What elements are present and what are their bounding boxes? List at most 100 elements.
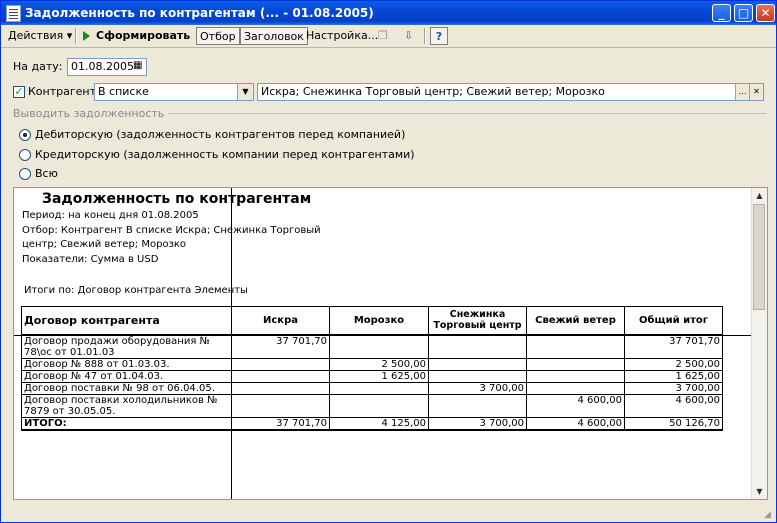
copy-icon[interactable]: ❐	[378, 27, 388, 45]
table-cell	[428, 334, 527, 359]
all-label: Всю	[35, 167, 58, 180]
clear-icon[interactable]: ✕	[749, 84, 763, 100]
counterparty-mode-select[interactable]: В списке ▼	[94, 83, 254, 101]
table-cell: 2 500,00	[329, 357, 429, 371]
table-cell	[329, 393, 429, 418]
scroll-down-icon[interactable]: ▼	[752, 484, 767, 499]
refresh-icon[interactable]: ⇩	[404, 27, 413, 45]
date-label: На дату:	[13, 60, 63, 73]
counterparty-label: Контрагент:	[28, 85, 100, 98]
table-total-row[interactable]: ИТОГО: 37 701,70 4 125,00 3 700,00 4 600…	[21, 416, 723, 431]
payable-radio[interactable]	[19, 149, 31, 161]
header-button[interactable]: Заголовок	[240, 27, 308, 45]
report-totals-by: Итоги по: Договор контрагента Элементы	[24, 285, 248, 296]
chevron-down-icon[interactable]: ▼	[237, 84, 253, 100]
table-cell	[526, 357, 625, 371]
dropdown-arrow-icon: ▾	[66, 29, 73, 42]
output-section-label: Выводить задолженность	[13, 107, 165, 120]
table-cell: 4 600,00	[624, 393, 723, 418]
report-sheet[interactable]: Задолженность по контрагентам Период: на…	[13, 187, 768, 500]
table-cell	[428, 357, 527, 371]
table-cell	[231, 381, 330, 395]
table-cell: 4 600,00	[526, 393, 625, 418]
all-radio[interactable]	[19, 168, 31, 180]
scrollbar-thumb[interactable]	[753, 204, 765, 310]
column-header: Свежий ветер	[526, 306, 625, 336]
freeze-column-line	[231, 188, 232, 499]
report-title: Задолженность по контрагентам	[42, 191, 312, 207]
report-filter-line1: Отбор: Контрагент В списке Искра; Снежин…	[22, 225, 321, 236]
vertical-scrollbar[interactable]: ▲ ▼	[751, 188, 767, 499]
table-cell: 2 500,00	[624, 357, 723, 371]
window-title: Задолженность по контрагентам (... - 01.…	[25, 6, 374, 20]
actions-menu[interactable]: Действия ▾	[8, 27, 72, 45]
table-row[interactable]: Договор продажи оборудования № 78\ос от …	[21, 334, 723, 359]
report-indicators: Показатели: Сумма в USD	[22, 254, 159, 265]
calendar-icon[interactable]: ▦	[133, 60, 142, 71]
table-cell	[231, 357, 330, 371]
table-cell: 37 701,70	[231, 416, 330, 431]
play-icon	[83, 31, 90, 41]
report-period: Период: на конец дня 01.08.2005	[22, 210, 199, 221]
table-cell	[231, 393, 330, 418]
generate-button[interactable]: Сформировать	[83, 27, 190, 45]
table-cell	[526, 334, 625, 359]
column-header: Общий итог	[624, 306, 723, 336]
table-cell: 4 600,00	[526, 416, 625, 431]
payable-label: Кредиторскую (задолженность компании пер…	[35, 148, 415, 161]
freeze-row-line	[14, 335, 752, 336]
report-table: Договор контрагента Искра Морозко Снежин…	[21, 306, 723, 431]
column-header: Снежинка Торговый центр	[428, 306, 527, 336]
table-cell: Договор № 47 от 01.04.03.	[21, 369, 232, 383]
receivable-label: Дебиторскую (задолженность контрагентов …	[35, 128, 406, 141]
table-cell: Договор поставки № 98 от 06.04.05.	[21, 381, 232, 395]
column-header: Морозко	[329, 306, 429, 336]
table-cell: 1 625,00	[624, 369, 723, 383]
table-cell: 1 625,00	[329, 369, 429, 383]
minimize-button[interactable]: _	[712, 4, 731, 22]
table-cell: 3 700,00	[428, 381, 527, 395]
table-cell	[329, 334, 429, 359]
more-icon[interactable]: …	[735, 84, 749, 100]
column-header: Искра	[231, 306, 330, 336]
resize-grip-icon[interactable]: ◢	[764, 510, 774, 520]
table-cell: Договор продажи оборудования № 78\ос от …	[21, 334, 232, 359]
table-cell	[428, 369, 527, 383]
column-header: Договор контрагента	[21, 306, 232, 336]
table-cell: ИТОГО:	[21, 416, 232, 431]
table-cell: 50 126,70	[624, 416, 723, 431]
scroll-up-icon[interactable]: ▲	[752, 188, 767, 203]
receivable-radio[interactable]	[19, 129, 31, 141]
table-cell: Договор поставки холодильников № 7879 от…	[21, 393, 232, 418]
filter-button[interactable]: Отбор	[196, 27, 240, 45]
table-cell: 3 700,00	[428, 416, 527, 431]
toolbar-separator	[424, 28, 426, 44]
table-cell	[428, 393, 527, 418]
table-cell	[231, 369, 330, 383]
table-cell: 3 700,00	[624, 381, 723, 395]
table-row[interactable]: Договор № 47 от 01.04.03. 1 625,00 1 625…	[21, 369, 723, 383]
table-cell: Договор № 888 от 01.03.03.	[21, 357, 232, 371]
toolbar-separator	[75, 28, 77, 44]
table-row[interactable]: Договор № 888 от 01.03.03. 2 500,00 2 50…	[21, 357, 723, 371]
maximize-button[interactable]: □	[734, 4, 753, 22]
section-divider	[169, 113, 766, 114]
table-row[interactable]: Договор поставки холодильников № 7879 от…	[21, 393, 723, 418]
close-button[interactable]: ✕	[756, 4, 775, 22]
table-cell	[526, 381, 625, 395]
report-filter-line2: центр; Свежий ветер; Морозко	[22, 239, 187, 250]
help-button[interactable]: ?	[430, 27, 448, 45]
table-cell: 4 125,00	[329, 416, 429, 431]
table-cell: 37 701,70	[231, 334, 330, 359]
table-cell: 37 701,70	[624, 334, 723, 359]
title-bar[interactable]: Задолженность по контрагентам (... - 01.…	[1, 1, 776, 25]
table-cell	[329, 381, 429, 395]
table-header-row: Договор контрагента Искра Морозко Снежин…	[21, 306, 723, 336]
report-window: Задолженность по контрагентам (... - 01.…	[0, 0, 777, 523]
counterparty-value-field[interactable]: Искра; Снежинка Торговый центр; Свежий в…	[257, 83, 764, 101]
table-row[interactable]: Договор поставки № 98 от 06.04.05. 3 700…	[21, 381, 723, 395]
settings-button[interactable]: Настройка...	[306, 27, 378, 45]
counterparty-checkbox[interactable]: ✓	[13, 86, 25, 98]
table-cell	[526, 369, 625, 383]
document-icon	[6, 5, 21, 22]
